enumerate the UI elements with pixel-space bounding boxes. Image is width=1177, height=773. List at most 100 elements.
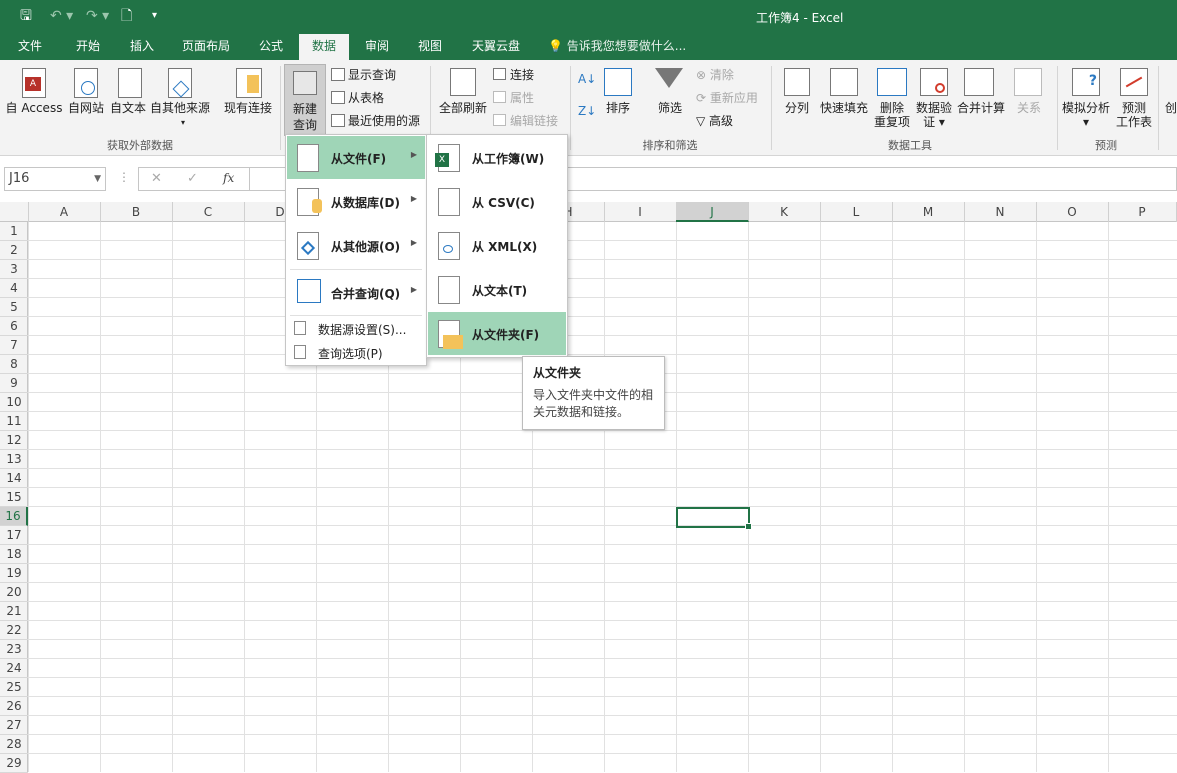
menu-item-from-file[interactable]: 从文件(F) ▶ <box>287 136 425 179</box>
active-cell[interactable] <box>676 507 752 530</box>
row-header[interactable]: 13 <box>0 450 28 469</box>
select-all-corner[interactable] <box>0 202 29 222</box>
filter-button[interactable]: 筛选 <box>652 101 688 115</box>
tab-file[interactable]: 文件 <box>8 34 52 60</box>
what-if-analysis-button[interactable]: 模拟分析 ▾ <box>1060 101 1112 129</box>
name-box[interactable]: J16 ▼ <box>4 167 106 191</box>
menu-item-query-options[interactable]: 查询选项(P) <box>287 340 425 364</box>
row-header[interactable]: 14 <box>0 469 28 488</box>
advanced-button[interactable]: ▽ 高级 <box>696 114 733 128</box>
row-header[interactable]: 24 <box>0 659 28 678</box>
resize-handle-icon[interactable]: ⋮ <box>118 170 130 184</box>
row-header[interactable]: 11 <box>0 412 28 431</box>
row-header[interactable]: 5 <box>0 298 28 317</box>
save-icon[interactable]: 🖫 <box>20 7 32 25</box>
redo-icon[interactable]: ↷ ▾ <box>86 7 109 25</box>
row-header[interactable]: 26 <box>0 697 28 716</box>
column-header[interactable]: O <box>1036 202 1109 222</box>
tab-view[interactable]: 视图 <box>409 34 451 60</box>
row-header[interactable]: 15 <box>0 488 28 507</box>
row-header[interactable]: 29 <box>0 754 28 773</box>
from-text-button[interactable]: 自文本 <box>107 101 149 115</box>
edit-links-button[interactable]: 编辑链接 <box>510 114 558 128</box>
text-to-columns-button[interactable]: 分列 <box>780 101 814 115</box>
column-header[interactable]: M <box>892 202 965 222</box>
column-header[interactable]: C <box>172 202 245 222</box>
tab-page-layout[interactable]: 页面布局 <box>176 34 236 60</box>
column-header[interactable]: N <box>964 202 1037 222</box>
new-query-button[interactable]: 新建 查询 <box>284 64 326 136</box>
row-header[interactable]: 27 <box>0 716 28 735</box>
column-header[interactable]: L <box>820 202 893 222</box>
menu-item-from-text[interactable]: 从文本(T) <box>428 268 566 311</box>
from-table-button[interactable]: 从表格 <box>348 91 384 105</box>
worksheet-grid[interactable] <box>0 202 1177 772</box>
tab-formulas[interactable]: 公式 <box>250 34 292 60</box>
tell-me-box[interactable]: 💡 告诉我您想要做什么... <box>548 34 686 59</box>
row-header[interactable]: 20 <box>0 583 28 602</box>
row-header[interactable]: 10 <box>0 393 28 412</box>
menu-item-from-workbook[interactable]: X 从工作簿(W) <box>428 136 566 179</box>
row-header[interactable]: 23 <box>0 640 28 659</box>
row-header[interactable]: 4 <box>0 279 28 298</box>
insert-function-icon[interactable]: fx <box>223 171 234 185</box>
column-header-selected[interactable]: J <box>676 202 749 222</box>
existing-connections-button[interactable]: 现有连接 <box>220 101 276 115</box>
tab-insert[interactable]: 插入 <box>120 34 164 60</box>
row-header-selected[interactable]: 16 <box>0 507 28 526</box>
row-header[interactable]: 21 <box>0 602 28 621</box>
enter-icon[interactable]: ✓ <box>187 171 198 186</box>
data-validation-button[interactable]: 数据验证 ▾ <box>914 101 954 129</box>
consolidate-button[interactable]: 合并计算 <box>956 101 1006 115</box>
row-header[interactable]: 2 <box>0 241 28 260</box>
row-header[interactable]: 9 <box>0 374 28 393</box>
undo-icon[interactable]: ↶ ▾ <box>50 7 73 25</box>
tab-review[interactable]: 审阅 <box>356 34 398 60</box>
new-icon[interactable]: 🗋 <box>121 7 132 25</box>
menu-item-from-csv[interactable]: 从 CSV(C) <box>428 180 566 223</box>
column-header[interactable]: B <box>100 202 173 222</box>
column-header[interactable]: P <box>1108 202 1177 222</box>
tab-home[interactable]: 开始 <box>66 34 110 60</box>
from-access-button[interactable]: 自 Access <box>5 101 63 115</box>
row-header[interactable]: 1 <box>0 222 28 241</box>
menu-item-data-source-settings[interactable]: 数据源设置(S)... <box>287 316 425 340</box>
recent-sources-button[interactable]: 最近使用的源 <box>348 114 420 128</box>
column-header[interactable]: I <box>604 202 677 222</box>
reapply-button[interactable]: ⟳ 重新应用 <box>696 91 758 105</box>
relationships-button[interactable]: 关系 <box>1012 101 1046 115</box>
from-web-button[interactable]: 自网站 <box>65 101 107 115</box>
properties-button[interactable]: 属性 <box>510 91 534 105</box>
tab-tianyi-cloud[interactable]: 天翼云盘 <box>466 34 526 60</box>
row-header[interactable]: 25 <box>0 678 28 697</box>
row-header[interactable]: 19 <box>0 564 28 583</box>
row-header[interactable]: 6 <box>0 317 28 336</box>
menu-item-combine-queries[interactable]: 合并查询(Q) ▶ <box>287 271 425 314</box>
cancel-icon[interactable]: ✕ <box>151 171 162 186</box>
customize-icon[interactable]: ▾ <box>152 7 157 25</box>
row-header[interactable]: 22 <box>0 621 28 640</box>
create-button[interactable]: 创 <box>1164 101 1177 115</box>
connections-button[interactable]: 连接 <box>510 68 534 82</box>
column-header[interactable]: K <box>748 202 821 222</box>
sort-desc-icon[interactable]: Z↓ <box>578 104 596 118</box>
row-header[interactable]: 18 <box>0 545 28 564</box>
forecast-sheet-button[interactable]: 预测 工作表 <box>1114 101 1154 129</box>
menu-item-from-other-sources[interactable]: 从其他源(O) ▶ <box>287 224 425 267</box>
sort-button[interactable]: 排序 <box>600 101 636 115</box>
from-other-sources-button[interactable]: 自其他来源 <box>148 101 212 115</box>
menu-item-from-database[interactable]: 从数据库(D) ▶ <box>287 180 425 223</box>
sort-asc-icon[interactable]: A↓ <box>578 72 596 86</box>
show-queries-button[interactable]: 显示查询 <box>348 68 396 82</box>
chevron-down-icon[interactable]: ▼ <box>94 168 101 190</box>
clear-button[interactable]: ⊗ 清除 <box>696 68 734 82</box>
row-header[interactable]: 7 <box>0 336 28 355</box>
row-header[interactable]: 3 <box>0 260 28 279</box>
refresh-all-button[interactable]: 全部刷新 <box>436 101 490 115</box>
row-header[interactable]: 17 <box>0 526 28 545</box>
menu-item-from-folder[interactable]: 从文件夹(F) <box>428 312 566 355</box>
column-header[interactable]: A <box>28 202 101 222</box>
menu-item-from-xml[interactable]: 从 XML(X) <box>428 224 566 267</box>
row-header[interactable]: 28 <box>0 735 28 754</box>
row-header[interactable]: 8 <box>0 355 28 374</box>
